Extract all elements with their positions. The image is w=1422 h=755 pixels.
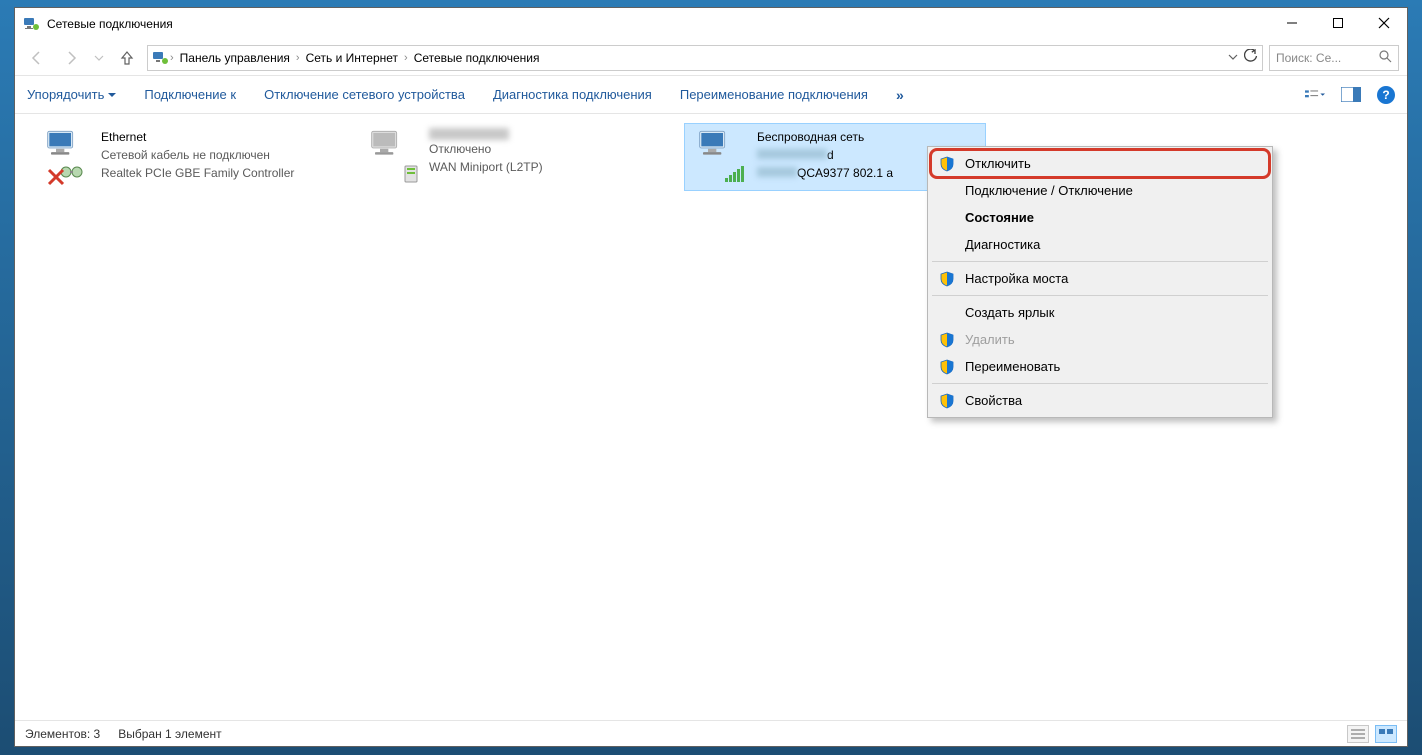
context-menu-label: Удалить bbox=[965, 332, 1015, 347]
context-menu-item[interactable]: Отключить bbox=[931, 150, 1269, 177]
breadcrumb-item[interactable]: Панель управления bbox=[176, 49, 294, 67]
close-button[interactable] bbox=[1361, 8, 1407, 38]
command-toolbar: Упорядочить Подключение к Отключение сет… bbox=[15, 76, 1407, 114]
explorer-window: Сетевые подключения › Панель управления … bbox=[14, 7, 1408, 747]
context-menu-item[interactable]: Диагностика bbox=[931, 231, 1269, 258]
recent-dropdown-button[interactable] bbox=[91, 44, 107, 72]
breadcrumb-item[interactable]: Сетевые подключения bbox=[410, 49, 544, 67]
maximize-button[interactable] bbox=[1315, 8, 1361, 38]
connection-name: Ethernet bbox=[101, 128, 294, 146]
forward-button[interactable] bbox=[57, 44, 85, 72]
search-input[interactable]: Поиск: Се... bbox=[1269, 45, 1399, 71]
navigation-bar: › Панель управления › Сеть и Интернет › … bbox=[15, 40, 1407, 76]
view-details-button[interactable] bbox=[1347, 725, 1369, 743]
context-menu-item: Удалить bbox=[931, 326, 1269, 353]
address-dropdown-icon[interactable] bbox=[1228, 51, 1238, 65]
context-menu-item[interactable]: Настройка моста bbox=[931, 265, 1269, 292]
address-bar[interactable]: › Панель управления › Сеть и Интернет › … bbox=[147, 45, 1263, 71]
diagnose-button[interactable]: Диагностика подключения bbox=[493, 87, 652, 102]
toolbar-overflow-button[interactable]: » bbox=[896, 87, 904, 103]
context-menu-label: Диагностика bbox=[965, 237, 1040, 252]
chevron-right-icon[interactable]: › bbox=[170, 52, 174, 64]
context-menu-label: Настройка моста bbox=[965, 271, 1068, 286]
window-title: Сетевые подключения bbox=[47, 17, 1269, 31]
selection-count: Выбран 1 элемент bbox=[118, 727, 221, 741]
uac-shield-icon bbox=[939, 332, 955, 348]
help-button[interactable]: ? bbox=[1377, 86, 1395, 104]
connect-to-button[interactable]: Подключение к bbox=[144, 87, 236, 102]
search-icon bbox=[1379, 50, 1392, 66]
uac-shield-icon bbox=[939, 271, 955, 287]
organize-menu[interactable]: Упорядочить bbox=[27, 87, 116, 102]
context-menu-item[interactable]: Переименовать bbox=[931, 353, 1269, 380]
network-connections-icon bbox=[152, 50, 168, 66]
item-count: Элементов: 3 bbox=[25, 727, 100, 741]
connection-item-vpn[interactable]: Отключено WAN Miniport (L2TP) bbox=[357, 124, 657, 190]
chevron-right-icon[interactable]: › bbox=[296, 52, 300, 64]
context-menu-item[interactable]: Создать ярлык bbox=[931, 299, 1269, 326]
connections-list: Ethernet Сетевой кабель не подключен Rea… bbox=[15, 114, 1407, 720]
back-button[interactable] bbox=[23, 44, 51, 72]
status-bar: Элементов: 3 Выбран 1 элемент bbox=[15, 720, 1407, 746]
connection-status: d bbox=[757, 146, 893, 164]
chevron-right-icon[interactable]: › bbox=[404, 52, 408, 64]
minimize-button[interactable] bbox=[1269, 8, 1315, 38]
connection-item-ethernet[interactable]: Ethernet Сетевой кабель не подключен Rea… bbox=[29, 124, 329, 190]
vpn-icon bbox=[361, 128, 419, 186]
context-menu-item[interactable]: Состояние bbox=[931, 204, 1269, 231]
context-menu-item[interactable]: Свойства bbox=[931, 387, 1269, 414]
up-button[interactable] bbox=[113, 44, 141, 72]
connection-status: Отключено bbox=[429, 140, 543, 158]
uac-shield-icon bbox=[939, 359, 955, 375]
view-options-button[interactable] bbox=[1305, 86, 1325, 104]
context-menu: Отключить Подключение / Отключение Состоян… bbox=[927, 146, 1273, 418]
connection-name: Беспроводная сеть bbox=[757, 128, 893, 146]
connection-status: Сетевой кабель не подключен bbox=[101, 146, 294, 164]
disable-device-button[interactable]: Отключение сетевого устройства bbox=[264, 87, 465, 102]
connection-hardware: QCA9377 802.1 a bbox=[757, 164, 893, 182]
context-menu-label: Подключение / Отключение bbox=[965, 183, 1133, 198]
uac-shield-icon bbox=[939, 393, 955, 409]
rename-button[interactable]: Переименование подключения bbox=[680, 87, 868, 102]
context-menu-label: Переименовать bbox=[965, 359, 1060, 374]
titlebar: Сетевые подключения bbox=[15, 8, 1407, 40]
connection-name bbox=[429, 128, 509, 140]
context-menu-label: Создать ярлык bbox=[965, 305, 1054, 320]
connection-hardware: WAN Miniport (L2TP) bbox=[429, 158, 543, 176]
wifi-icon bbox=[689, 128, 747, 186]
context-menu-label: Отключить bbox=[965, 156, 1031, 171]
network-connections-icon bbox=[23, 16, 39, 32]
preview-pane-button[interactable] bbox=[1341, 86, 1361, 104]
ethernet-icon bbox=[33, 128, 91, 186]
context-menu-item[interactable]: Подключение / Отключение bbox=[931, 177, 1269, 204]
view-large-icons-button[interactable] bbox=[1375, 725, 1397, 743]
connection-hardware: Realtek PCIe GBE Family Controller bbox=[101, 164, 294, 182]
breadcrumb-item[interactable]: Сеть и Интернет bbox=[302, 49, 402, 67]
search-placeholder: Поиск: Се... bbox=[1276, 51, 1341, 65]
uac-shield-icon bbox=[939, 156, 955, 172]
context-menu-label: Свойства bbox=[965, 393, 1022, 408]
refresh-icon[interactable] bbox=[1244, 49, 1258, 66]
context-menu-label: Состояние bbox=[965, 210, 1034, 225]
